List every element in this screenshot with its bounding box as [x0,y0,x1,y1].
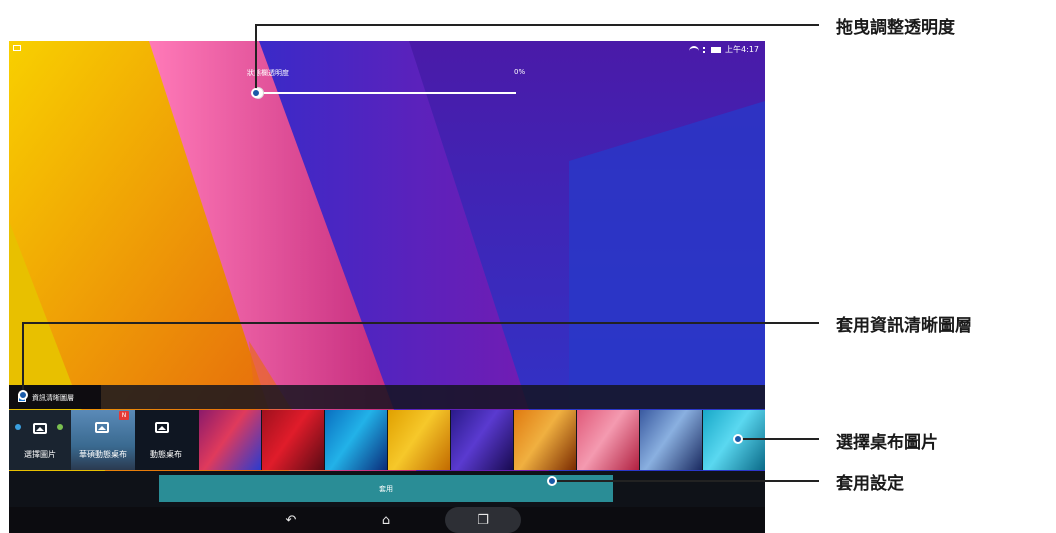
callout-transparency: 拖曳調整透明度 [836,18,955,38]
transparency-label: 狀態欄透明度 [247,69,289,77]
asus-live-wallpaper-tile[interactable]: N 華碩動態桌布 [71,410,135,470]
live-wallpaper-label: 動態桌布 [150,450,182,459]
signal-icon [703,46,707,53]
callout-line-layer-vertical [22,322,24,394]
back-icon[interactable]: ↶ [271,510,311,530]
callout-dot-apply [547,476,557,486]
wallpaper-thumbnail[interactable] [640,410,702,470]
image-picker-icon [33,423,47,434]
callout-line-wallpaper [738,438,819,440]
callout-line-apply [552,480,819,482]
wallpaper-thumbnail[interactable] [199,410,261,470]
dot-icon [15,424,21,430]
wallpaper-thumbnail[interactable] [325,410,387,470]
wallpaper-strip: 選擇圖片 N 華碩動態桌布 動態桌布 [9,410,765,470]
battery-icon [711,46,722,53]
pick-image-tile[interactable]: 選擇圖片 [9,410,71,470]
wallpaper-thumbnail[interactable] [451,410,513,470]
callout-select-wallpaper: 選擇桌布圖片 [836,433,938,453]
callout-dot-layer [18,390,28,400]
info-layer-bar: 資訊清晰圖層 [9,385,765,409]
transparency-value: 0% [514,68,526,76]
wallpaper-thumbnail[interactable] [514,410,576,470]
wifi-icon [689,45,700,54]
asus-live-wallpaper-label: 華碩動態桌布 [79,450,127,459]
device-screen: 上午4:17 狀態欄透明度 0% 資訊清晰圖層 選擇圖片 N 華碩動態桌布 動態… [9,41,765,533]
asus-live-wallpaper-icon [95,422,109,433]
callout-dot-wallpaper [733,434,743,444]
callout-apply-settings: 套用設定 [836,474,904,494]
status-icons: 上午4:17 [689,44,759,55]
gallery-notification-icon [13,45,21,51]
wallpaper-thumbnail[interactable] [262,410,324,470]
callout-line-layer [22,322,819,324]
apply-bar: 套用 [9,471,765,507]
live-wallpaper-icon [155,422,169,433]
live-wallpaper-tile[interactable]: 動態桌布 [135,410,197,470]
pick-image-label: 選擇圖片 [24,450,56,459]
callout-info-layer: 套用資訊清晰圖層 [836,316,972,336]
transparency-slider-track[interactable] [257,92,516,94]
status-bar: 上午4:17 [9,41,765,57]
home-icon[interactable]: ⌂ [366,510,406,530]
navigation-bar: ↶ ⌂ ❐ [9,507,765,533]
wallpaper-thumbnail[interactable] [388,410,450,470]
wallpaper-thumbnail[interactable] [577,410,639,470]
dot-icon [57,424,63,430]
new-badge: N [119,411,129,420]
callout-line-transparency-vertical [255,24,257,94]
info-layer-label: 資訊清晰圖層 [32,394,74,402]
apply-button[interactable]: 套用 [159,475,613,502]
callout-dot-transparency [251,88,261,98]
status-time: 上午4:17 [725,45,759,54]
recent-apps-icon[interactable]: ❐ [463,510,503,530]
callout-line-transparency [255,24,819,26]
